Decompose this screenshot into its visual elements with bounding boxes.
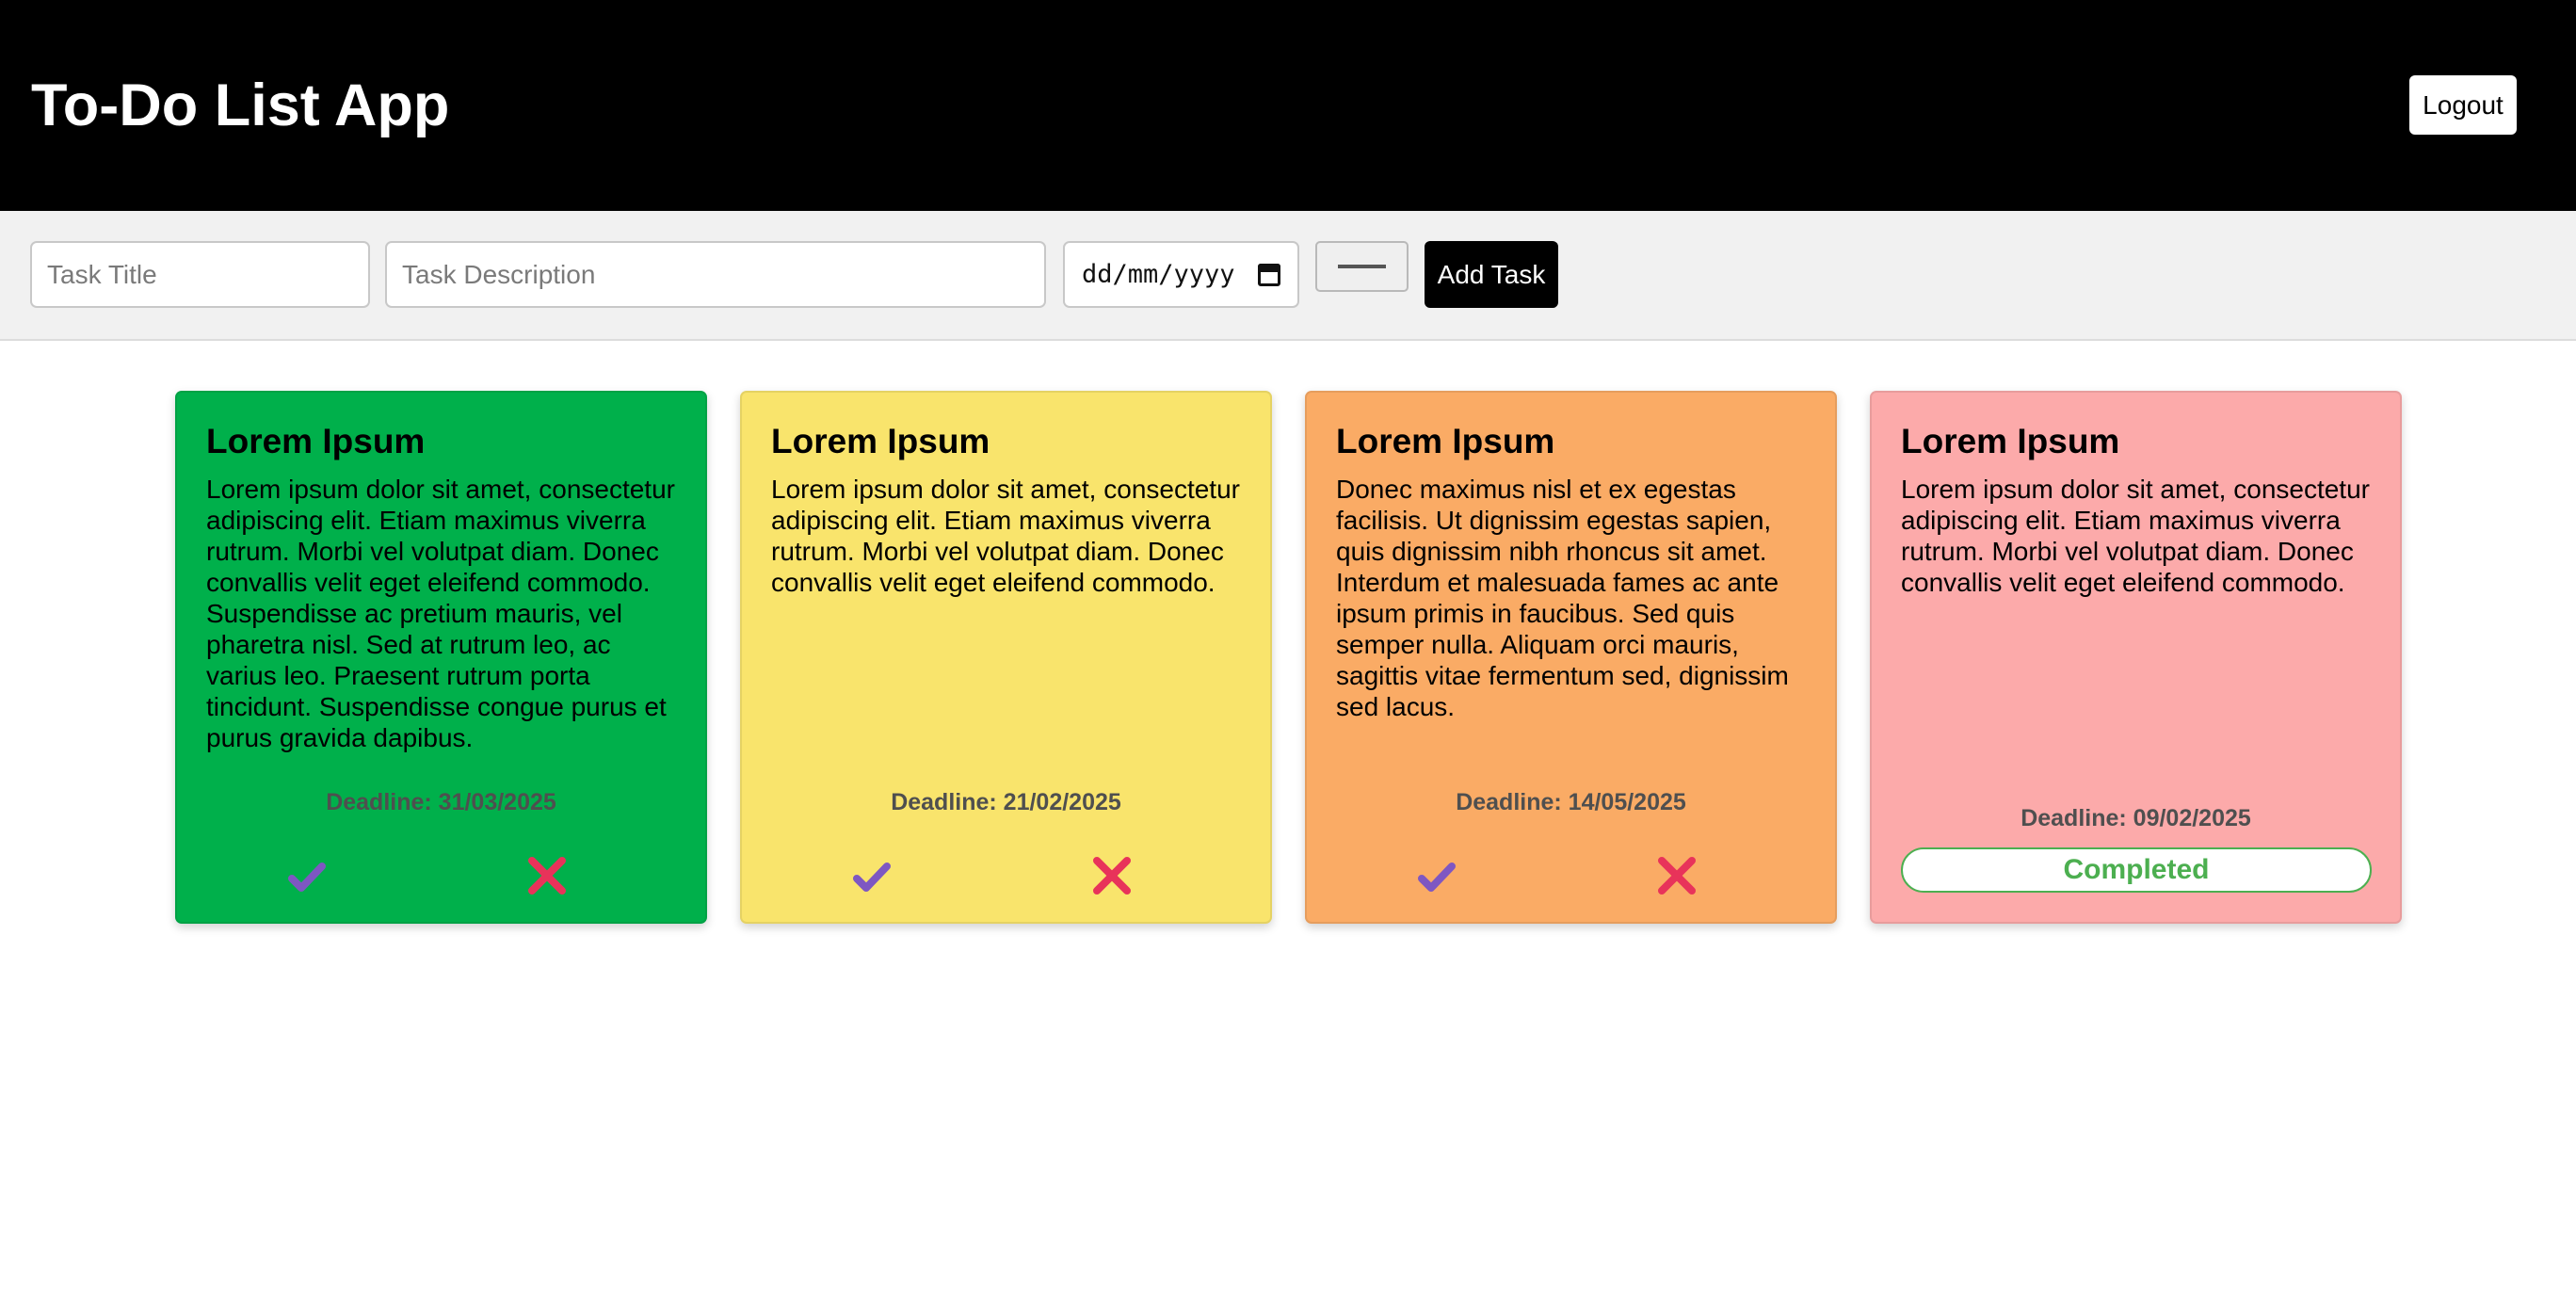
task-card-title: Lorem Ipsum (206, 422, 426, 460)
app-title: To-Do List App (31, 73, 450, 138)
task-card-description: Lorem ipsum dolor sit amet, consectetur … (1901, 475, 2370, 597)
task-card-description: Lorem ipsum dolor sit amet, consectetur … (771, 475, 1240, 597)
complete-task-button[interactable] (839, 843, 905, 909)
task-card: Lorem Ipsum Donec maximus nisl et ex ege… (1305, 391, 1837, 924)
color-picker[interactable] (1315, 241, 1409, 292)
task-card: Lorem Ipsum Lorem ipsum dolor sit amet, … (740, 391, 1272, 924)
deadline-value: 14/05/2025 (1568, 789, 1686, 815)
add-task-form: dd/mm/yyyy Add Task (0, 211, 2576, 341)
deadline-label: Deadline: (2021, 805, 2127, 831)
task-description-input[interactable] (385, 241, 1046, 308)
color-swatch (1338, 265, 1386, 268)
calendar-icon[interactable] (1258, 263, 1280, 286)
logout-button[interactable]: Logout (2409, 75, 2517, 135)
task-card-description: Lorem ipsum dolor sit amet, consectetur … (206, 475, 675, 752)
deadline-label: Deadline: (891, 789, 997, 815)
task-deadline: Deadline: 14/05/2025 (1307, 789, 1835, 816)
completed-status-badge: Completed (1901, 847, 2372, 893)
app-header: To-Do List App Logout (0, 0, 2576, 211)
cross-icon (1093, 857, 1131, 895)
task-title-input[interactable] (30, 241, 370, 308)
check-icon (853, 863, 891, 892)
task-deadline: Deadline: 21/02/2025 (742, 789, 1270, 816)
task-deadline: Deadline: 31/03/2025 (177, 789, 705, 816)
task-card-description: Donec maximus nisl et ex egestas facilis… (1336, 475, 1789, 721)
add-task-button[interactable]: Add Task (1425, 241, 1558, 308)
task-card-title: Lorem Ipsum (771, 422, 990, 460)
complete-task-button[interactable] (1404, 843, 1470, 909)
cross-icon (1658, 857, 1696, 895)
task-card: Lorem Ipsum Lorem ipsum dolor sit amet, … (1870, 391, 2402, 924)
delete-task-button[interactable] (1079, 843, 1145, 909)
deadline-label: Deadline: (326, 789, 432, 815)
deadline-value: 21/02/2025 (1003, 789, 1121, 815)
deadline-label: Deadline: (1456, 789, 1562, 815)
check-icon (288, 863, 326, 892)
delete-task-button[interactable] (514, 843, 580, 909)
date-placeholder: dd/mm/yyyy (1082, 260, 1235, 289)
deadline-value: 09/02/2025 (2133, 805, 2251, 831)
cross-icon (528, 857, 566, 895)
deadline-date-input[interactable]: dd/mm/yyyy (1063, 241, 1299, 308)
complete-task-button[interactable] (274, 843, 340, 909)
task-card-title: Lorem Ipsum (1901, 422, 2120, 460)
task-card: Lorem Ipsum Lorem ipsum dolor sit amet, … (175, 391, 707, 924)
task-deadline: Deadline: 09/02/2025 (1872, 805, 2400, 832)
deadline-value: 31/03/2025 (438, 789, 556, 815)
task-card-title: Lorem Ipsum (1336, 422, 1555, 460)
delete-task-button[interactable] (1644, 843, 1710, 909)
check-icon (1418, 863, 1456, 892)
